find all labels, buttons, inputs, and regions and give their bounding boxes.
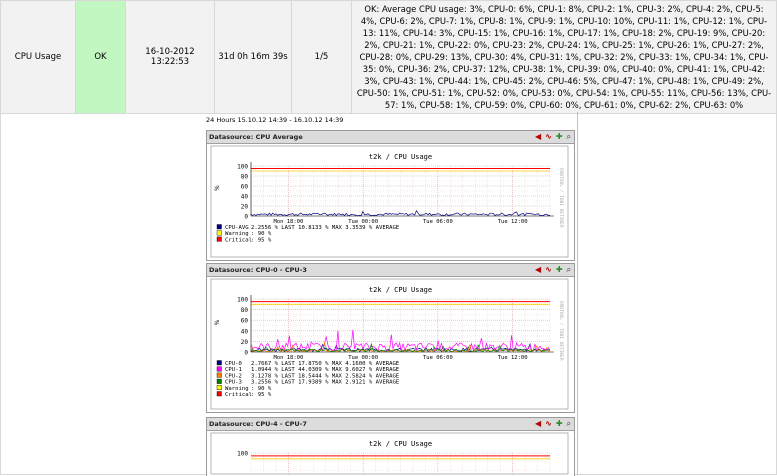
legend-swatch	[216, 385, 222, 391]
trend-icon[interactable]: ∿	[545, 419, 552, 429]
attempt: 1/5	[291, 0, 352, 114]
panel-title: Datasource: CPU-0 - CPU-3	[209, 266, 307, 274]
legend-swatch	[216, 224, 222, 230]
graph-area[interactable]: t2k / CPU Usage 100	[207, 431, 574, 476]
y-axis-unit: %	[214, 320, 221, 326]
legend-text: : 90 %	[251, 231, 272, 237]
legend-text: : 90 %	[251, 386, 272, 392]
panel-title: Datasource: CPU Average	[209, 133, 303, 141]
panel-icons: ◀ ∿ ✚ ⌕	[535, 419, 571, 429]
trend-icon[interactable]: ∿	[545, 132, 552, 142]
y-tick-label: 80	[241, 174, 249, 181]
legend-swatch	[216, 391, 222, 397]
service-name[interactable]: CPU Usage	[0, 0, 76, 114]
zoom-icon[interactable]: ⌕	[567, 265, 571, 275]
legend-swatch	[216, 360, 222, 366]
legend-label: Warning	[225, 386, 249, 392]
graph-area[interactable]: t2k / CPU Usage RRDTOOL / TOBI OETIKER% 10…	[207, 144, 574, 259]
status-badge: OK	[75, 0, 126, 114]
y-tick-label: 20	[241, 339, 249, 346]
y-tick-label: 100	[237, 164, 248, 171]
y-tick-label: 0	[244, 214, 248, 221]
graph-panel-cpu-0-3: Datasource: CPU-0 - CPU-3 ◀ ∿ ✚ ⌕ t2k / …	[206, 263, 575, 413]
x-tick-label: Tue 06:00	[423, 355, 453, 361]
legend-swatch	[216, 378, 222, 384]
legend-swatch	[216, 372, 222, 378]
service-row: CPU Usage OK 16-10-2012 13:22:53 31d 0h …	[0, 0, 777, 114]
plus-icon[interactable]: ✚	[556, 132, 563, 142]
panel-icons: ◀ ∿ ✚ ⌕	[535, 132, 571, 142]
legend-text: 2.7667 % LAST 17.8750 % MAX 4.1600 % AVE…	[251, 361, 400, 367]
legend-text: 1.0944 % LAST 44.0309 % MAX 9.6027 % AVE…	[251, 367, 400, 373]
rrdtool-credit: RRDTOOL / TOBI OETIKER	[558, 301, 564, 361]
chart-title: t2k / CPU Usage	[369, 153, 432, 161]
legend-label: CPU-3	[225, 380, 242, 386]
rrdtool-credit: RRDTOOL / TOBI OETIKER	[558, 168, 564, 228]
y-tick-label: 60	[241, 318, 249, 325]
zoom-icon[interactable]: ⌕	[567, 132, 571, 142]
chart-title: t2k / CPU Usage	[369, 286, 432, 294]
duration: 31d 0h 16m 39s	[214, 0, 292, 114]
y-tick-label: 40	[241, 328, 249, 335]
graph-panel-cpu-4-7: Datasource: CPU-4 - CPU-7 ◀ ∿ ✚ ⌕ t2k / …	[206, 417, 575, 476]
horn-icon[interactable]: ◀	[535, 265, 541, 275]
trend-icon[interactable]: ∿	[545, 265, 552, 275]
y-tick-label: 80	[241, 307, 249, 314]
legend-text: 2.2556 % LAST 10.8133 % MAX 3.3539 % AVE…	[251, 225, 400, 231]
horn-icon[interactable]: ◀	[535, 132, 541, 142]
cpu-average-chart[interactable]: t2k / CPU Usage RRDTOOL / TOBI OETIKER% 10…	[207, 144, 572, 259]
panel-header: Datasource: CPU Average ◀ ∿ ✚ ⌕	[207, 131, 574, 144]
chart-title: t2k / CPU Usage	[369, 440, 432, 448]
legend-text: 3.1278 % LAST 18.5444 % MAX 2.5824 % AVE…	[251, 373, 400, 379]
legend-swatch	[216, 230, 222, 236]
plus-icon[interactable]: ✚	[556, 265, 563, 275]
panel-icons: ◀ ∿ ✚ ⌕	[535, 265, 571, 275]
y-axis-unit: %	[214, 185, 221, 191]
y-tick-label: 100	[237, 451, 248, 458]
panel-header: Datasource: CPU-0 - CPU-3 ◀ ∿ ✚ ⌕	[207, 264, 574, 277]
legend-label: CPU-2	[225, 373, 242, 379]
y-tick-label: 20	[241, 204, 249, 211]
graph-panel-cpu-average: Datasource: CPU Average ◀ ∿ ✚ ⌕ t2k / CP…	[206, 130, 575, 261]
y-tick-label: 60	[241, 184, 249, 191]
graph-area[interactable]: t2k / CPU Usage RRDTOOL / TOBI OETIKER% 10…	[207, 277, 574, 411]
panel-header: Datasource: CPU-4 - CPU-7 ◀ ∿ ✚ ⌕	[207, 418, 574, 431]
graph-divider	[577, 112, 578, 475]
zoom-icon[interactable]: ⌕	[567, 419, 571, 429]
legend-swatch	[216, 236, 222, 242]
y-tick-label: 40	[241, 194, 249, 201]
x-tick-label: Tue 12:00	[498, 355, 528, 361]
y-tick-label: 0	[244, 350, 248, 357]
legend-label: CPU-0	[225, 361, 242, 367]
legend-text: : 95 %	[251, 237, 272, 243]
legend-label: Critical	[225, 392, 252, 398]
plus-icon[interactable]: ✚	[556, 419, 563, 429]
last-check: 16-10-2012 13:22:53	[125, 0, 215, 114]
status-information: OK: Average CPU usage: 3%, CPU-0: 6%, CP…	[351, 0, 777, 114]
x-tick-label: Tue 06:00	[423, 219, 453, 225]
cpu-0-3-chart[interactable]: t2k / CPU Usage RRDTOOL / TOBI OETIKER% 10…	[207, 277, 572, 411]
legend-label: CPU-AVG	[225, 225, 249, 231]
legend-swatch	[216, 366, 222, 372]
horn-icon[interactable]: ◀	[535, 419, 541, 429]
graph-period: 24 Hours 15.10.12 14:39 - 16.10.12 14:39	[206, 116, 344, 124]
legend-label: Critical	[225, 237, 252, 243]
legend-text: : 95 %	[251, 392, 272, 398]
cpu-4-7-chart[interactable]: t2k / CPU Usage 100	[207, 431, 572, 476]
legend-label: CPU-1	[225, 367, 242, 373]
y-tick-label: 100	[237, 297, 248, 304]
legend-label: Warning	[225, 231, 249, 237]
x-tick-label: Tue 12:00	[498, 219, 528, 225]
panel-title: Datasource: CPU-4 - CPU-7	[209, 420, 307, 428]
legend-text: 3.2556 % LAST 17.9389 % MAX 2.9121 % AVE…	[251, 380, 400, 386]
